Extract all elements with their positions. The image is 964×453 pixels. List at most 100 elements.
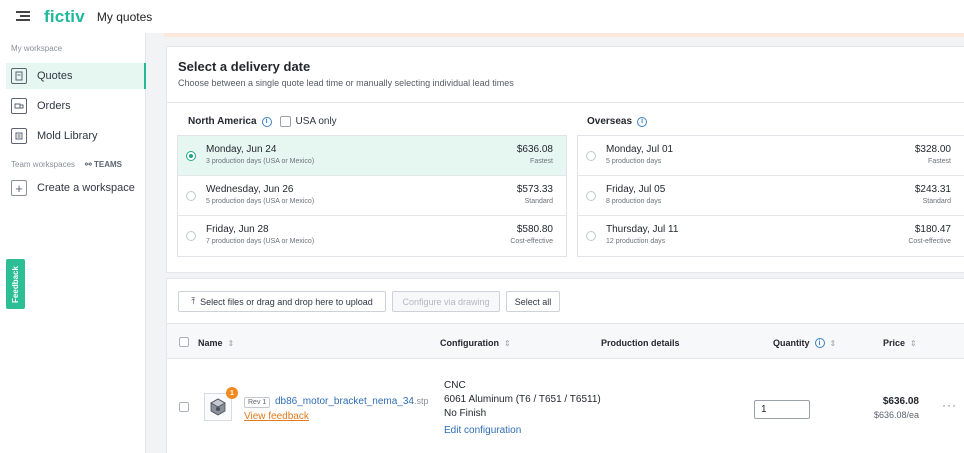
upload-button-label: Select files or drag and drop here to up… xyxy=(200,296,373,307)
option-date: Friday, Jun 28 xyxy=(206,224,269,235)
option-days: 5 production days (USA or Mexico) xyxy=(206,198,315,205)
option-price: $580.80 xyxy=(516,224,553,235)
table-header: Name ⇕ Configuration ⇕ Production details … xyxy=(167,323,964,359)
info-icon[interactable]: i xyxy=(637,116,648,127)
sidebar-item-quotes[interactable]: Quotes xyxy=(6,63,146,89)
top-bar: fictiv My quotes xyxy=(0,0,964,33)
sidebar-item-mold-library[interactable]: Mold Library xyxy=(6,123,146,149)
config-material: 6061 Aluminum (T6 / T651 / T6511) xyxy=(444,394,601,405)
select-all-button[interactable]: Select all xyxy=(506,291,560,312)
radio[interactable] xyxy=(186,231,196,241)
sort-icon: ⇕ xyxy=(504,338,511,348)
team-workspaces-label: Team workspaces xyxy=(11,160,76,169)
option-date: Monday, Jun 24 xyxy=(206,144,277,155)
option-tag: Cost-effective xyxy=(510,238,553,245)
main-content: Select a delivery date Choose between a … xyxy=(146,33,964,453)
option-tag: Standard xyxy=(922,198,951,205)
option-price: $573.33 xyxy=(516,184,553,195)
info-icon[interactable]: i xyxy=(814,338,825,348)
quotes-icon xyxy=(11,68,27,84)
more-options-icon[interactable]: ··· xyxy=(942,398,957,412)
config-finish: No Finish xyxy=(444,408,487,419)
menu-icon[interactable] xyxy=(16,11,30,22)
delivery-option[interactable]: Monday, Jun 24 3 production days (USA or… xyxy=(178,136,566,176)
column-name[interactable]: Name ⇕ xyxy=(198,338,234,348)
column-configuration[interactable]: Configuration ⇕ xyxy=(440,338,511,348)
north-america-options: Monday, Jun 24 3 production days (USA or… xyxy=(177,135,567,257)
banner-strip xyxy=(164,33,964,37)
delivery-option[interactable]: Monday, Jul 01 5 production days $328.00… xyxy=(578,136,964,176)
sidebar-item-label: Quotes xyxy=(37,70,73,82)
north-america-label: North America xyxy=(188,116,257,127)
quantity-input[interactable] xyxy=(754,400,810,419)
filename-extension: .stp xyxy=(413,396,429,406)
delivery-option[interactable]: Wednesday, Jun 26 5 production days (USA… xyxy=(178,176,566,216)
option-date: Wednesday, Jun 26 xyxy=(206,184,294,195)
option-tag: Standard xyxy=(524,198,553,205)
radio[interactable] xyxy=(186,191,196,201)
sidebar: My workspace Quotes Orders Mold Library … xyxy=(0,33,146,453)
part-model-icon xyxy=(210,398,226,416)
delivery-option[interactable]: Friday, Jul 05 8 production days $243.31… xyxy=(578,176,964,216)
option-tag: Fastest xyxy=(530,158,553,165)
delivery-option[interactable]: Thursday, Jul 11 12 production days $180… xyxy=(578,216,964,256)
edit-configuration-link[interactable]: Edit configuration xyxy=(444,425,521,436)
option-days: 8 production days xyxy=(606,198,662,205)
option-date: Monday, Jul 01 xyxy=(606,144,674,155)
option-days: 12 production days xyxy=(606,238,666,245)
page-title: My quotes xyxy=(96,9,153,24)
radio[interactable] xyxy=(586,231,596,241)
delivery-date-card: Select a delivery date Choose between a … xyxy=(166,46,964,273)
teams-tag[interactable]: ⚯ TEAMS xyxy=(85,160,122,169)
mold-library-icon xyxy=(11,128,27,144)
delivery-subtitle: Choose between a single quote lead time … xyxy=(178,78,514,88)
view-feedback-link[interactable]: View feedback xyxy=(244,411,309,422)
overseas-options: Monday, Jul 01 5 production days $328.00… xyxy=(577,135,964,257)
sort-icon: ⇕ xyxy=(829,338,837,348)
sidebar-item-orders[interactable]: Orders xyxy=(6,93,146,119)
create-workspace-button[interactable]: + Create a workspace xyxy=(11,180,135,196)
teams-tag-label: TEAMS xyxy=(93,160,122,169)
column-quantity[interactable]: Quantity i ⇕ xyxy=(773,338,836,348)
overseas-heading: Overseas i xyxy=(587,116,648,127)
feedback-count-badge: 1 xyxy=(226,387,238,399)
table-row: 1 Rev 1 db86_motor_bracket_nema_34.stp V… xyxy=(167,359,964,453)
select-all-checkbox[interactable] xyxy=(179,337,189,347)
column-name-label: Name xyxy=(198,338,223,348)
team-workspaces-row: Team workspaces ⚯ TEAMS xyxy=(11,160,122,169)
part-filename[interactable]: db86_motor_bracket_nema_34.stp xyxy=(275,396,429,407)
option-tag: Cost-effective xyxy=(908,238,951,245)
plus-icon: + xyxy=(11,180,27,196)
upload-button[interactable]: ⤒ Select files or drag and drop here to … xyxy=(178,291,386,312)
configure-drawing-button[interactable]: Configure via drawing xyxy=(392,291,500,312)
parts-card: ⤒ Select files or drag and drop here to … xyxy=(166,278,964,453)
column-quantity-label: Quantity xyxy=(773,338,810,348)
column-configuration-label: Configuration xyxy=(440,338,499,348)
sidebar-item-label: Orders xyxy=(37,100,71,112)
option-price: $328.00 xyxy=(914,144,951,155)
usa-only-checkbox[interactable] xyxy=(279,116,291,127)
usa-only-label: USA only xyxy=(295,116,337,127)
column-price[interactable]: Price ⇕ xyxy=(883,338,917,348)
row-checkbox[interactable] xyxy=(179,402,189,412)
sidebar-item-label: Mold Library xyxy=(37,130,98,142)
column-price-label: Price xyxy=(883,338,906,348)
feedback-tab[interactable]: Feedback xyxy=(6,259,25,309)
create-workspace-label: Create a workspace xyxy=(37,182,135,194)
divider xyxy=(167,102,964,103)
radio[interactable] xyxy=(586,191,596,201)
column-production: Production details xyxy=(601,338,680,348)
radio[interactable] xyxy=(586,151,596,161)
north-america-heading: North America i USA only xyxy=(188,116,337,127)
option-tag: Fastest xyxy=(928,158,951,165)
delivery-option[interactable]: Friday, Jun 28 7 production days (USA or… xyxy=(178,216,566,256)
option-date: Thursday, Jul 11 xyxy=(606,224,679,235)
radio-selected[interactable] xyxy=(186,151,196,161)
row-price: $636.08 xyxy=(882,396,919,407)
config-process: CNC xyxy=(444,380,466,391)
orders-icon xyxy=(11,98,27,114)
delivery-title: Select a delivery date xyxy=(178,59,311,74)
info-icon[interactable]: i xyxy=(261,116,272,127)
fictiv-logo[interactable]: fictiv xyxy=(44,7,85,27)
revision-dropdown[interactable]: Rev 1 xyxy=(244,397,271,408)
